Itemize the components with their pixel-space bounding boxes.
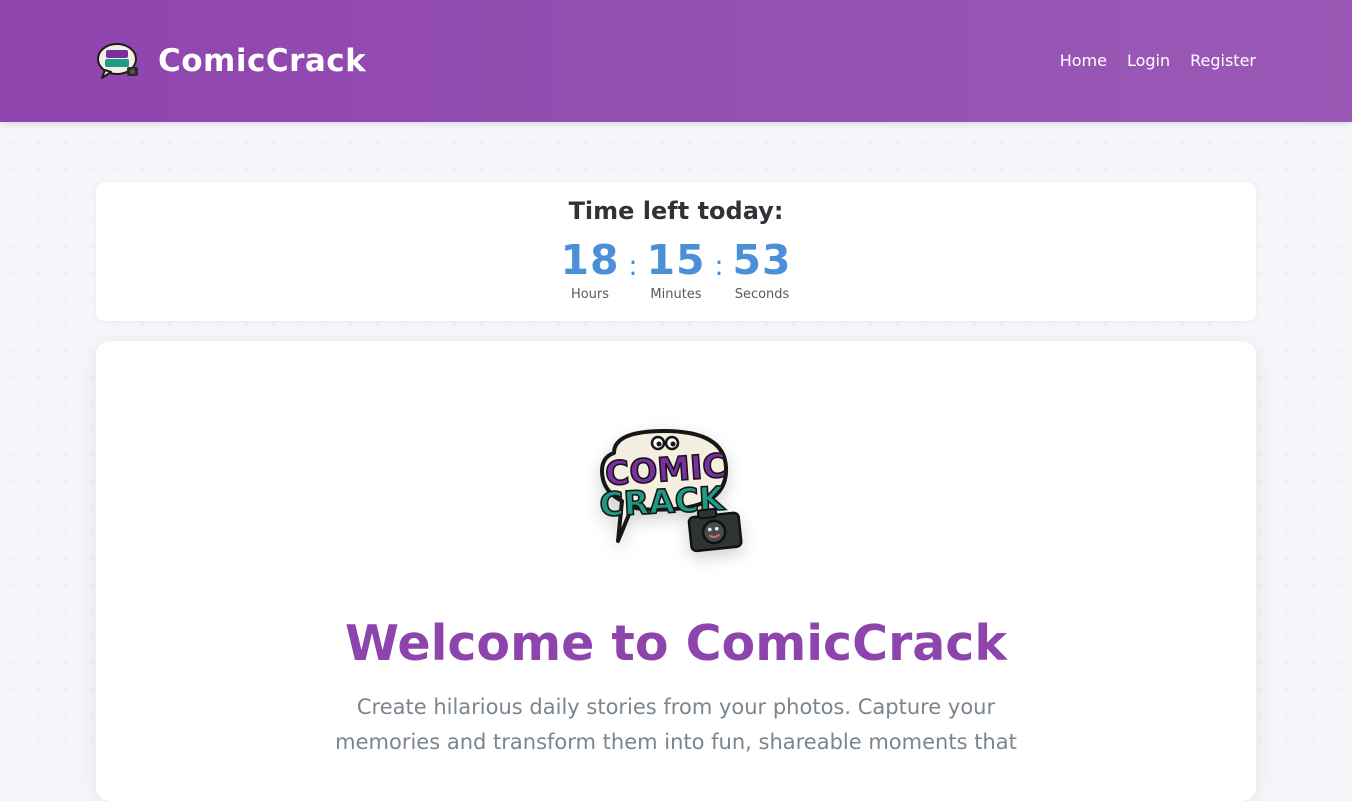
countdown-seconds: 53 Seconds: [732, 238, 792, 303]
seconds-value: 53: [732, 236, 792, 284]
nav-login-link[interactable]: Login: [1127, 50, 1170, 72]
nav-register-link[interactable]: Register: [1190, 50, 1256, 72]
comic-crack-logo-icon: [97, 43, 138, 79]
seconds-label: Seconds: [734, 287, 790, 302]
countdown-hours: 18 Hours: [560, 238, 620, 303]
welcome-title: Welcome to ComicCrack: [345, 615, 1007, 672]
main-nav: Home Login Register: [1060, 50, 1256, 72]
brand[interactable]: ComicCrack: [97, 41, 366, 81]
minutes-label: Minutes: [650, 287, 702, 302]
time-separator: :: [628, 249, 638, 282]
comic-crack-speech-bubble-camera-icon: COMIC CRACK: [598, 429, 743, 553]
countdown-minutes: 15 Minutes: [646, 238, 706, 303]
top-header: ComicCrack Home Login Register: [0, 0, 1352, 122]
brand-name: ComicCrack: [158, 43, 367, 79]
countdown-row: 18 Hours : 15 Minutes : 53 Seconds: [96, 238, 1256, 303]
minutes-value: 15: [646, 236, 706, 284]
countdown-title: Time left today:: [568, 197, 784, 225]
welcome-description: Create hilarious daily stories from your…: [335, 695, 1017, 754]
welcome-card: COMIC CRACK Welcome to ComicCrack Create…: [96, 341, 1256, 801]
hours-label: Hours: [570, 287, 610, 302]
time-separator: :: [714, 249, 724, 282]
hours-value: 18: [560, 236, 620, 284]
countdown-card: Time left today: 18 Hours : 15 Minutes :…: [96, 182, 1256, 321]
nav-home-link[interactable]: Home: [1060, 50, 1107, 72]
